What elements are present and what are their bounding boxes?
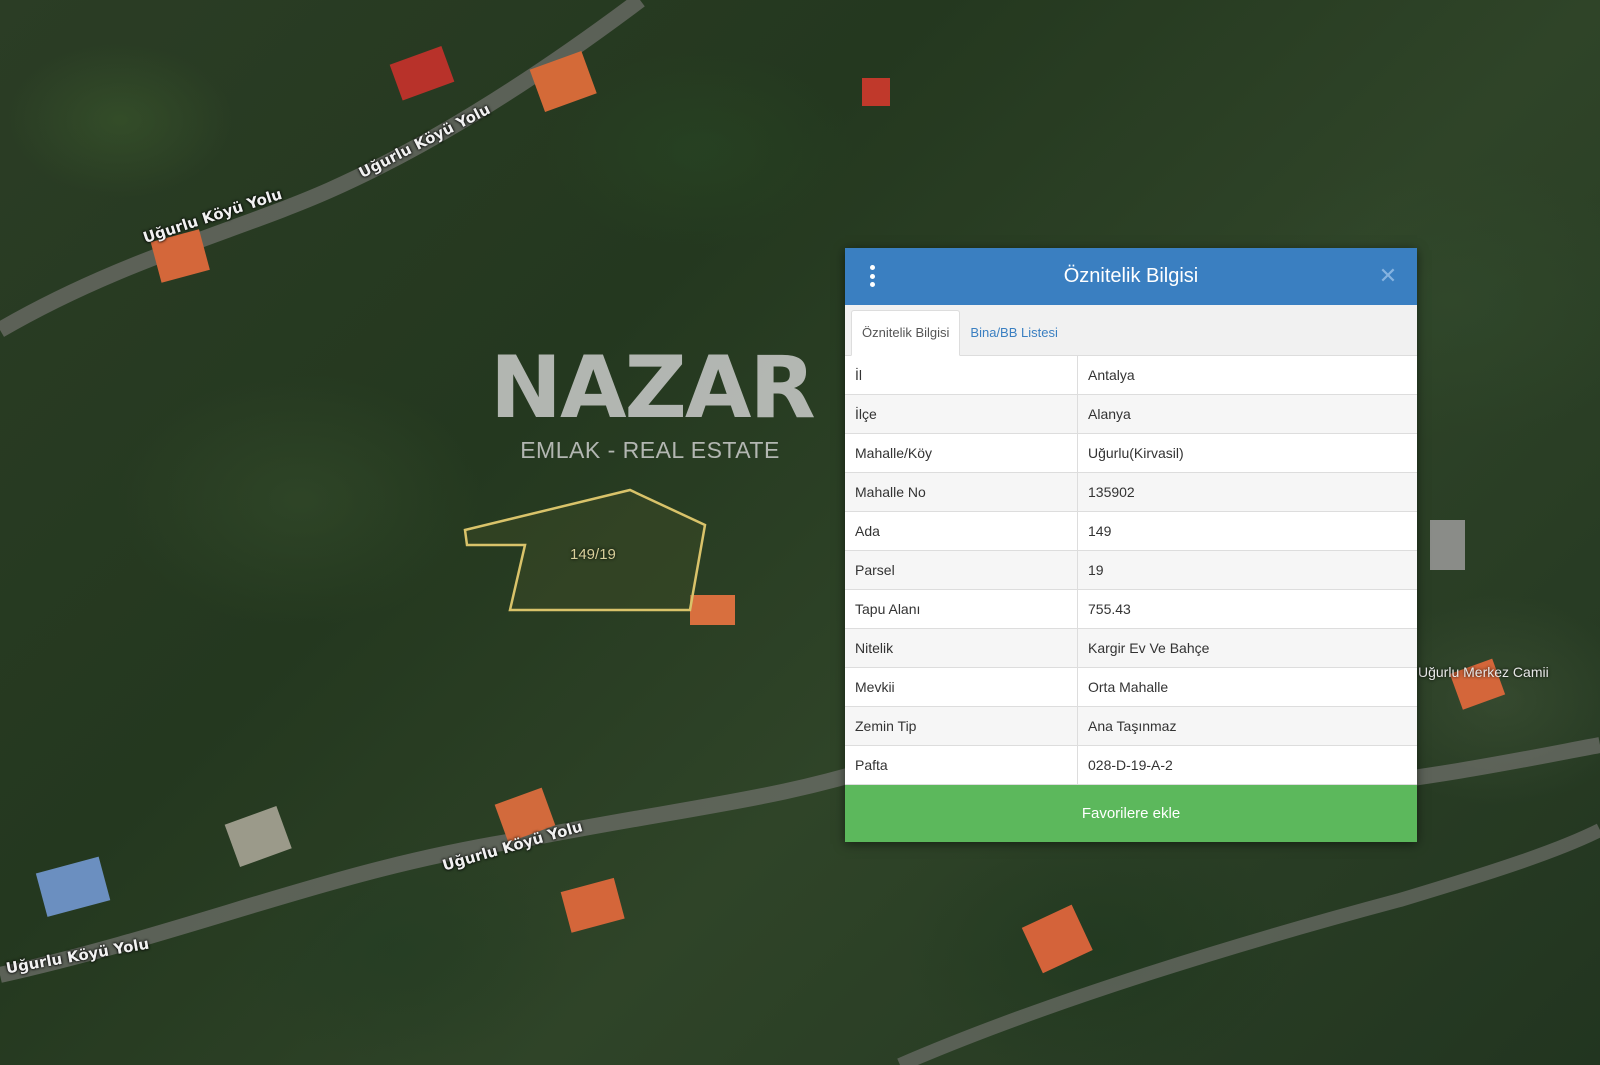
- roof: [389, 45, 455, 101]
- attribute-info-panel: Öznitelik Bilgisi ✕ Öznitelik Bilgisi Bi…: [845, 248, 1417, 842]
- table-row: Pafta 028-D-19-A-2: [845, 745, 1417, 785]
- road-upper: [0, 0, 645, 337]
- row-value: Kargir Ev Ve Bahçe: [1077, 628, 1417, 668]
- roof: [35, 856, 111, 917]
- row-value: 135902: [1077, 472, 1417, 512]
- table-row: Mevkii Orta Mahalle: [845, 667, 1417, 707]
- row-value: Alanya: [1077, 394, 1417, 434]
- row-key: Mevkii: [845, 667, 1078, 707]
- panel-header: Öznitelik Bilgisi ✕: [845, 248, 1417, 305]
- panel-tabs: Öznitelik Bilgisi Bina/BB Listesi: [845, 305, 1417, 356]
- row-value: 755.43: [1077, 589, 1417, 629]
- close-icon[interactable]: ✕: [1375, 262, 1401, 290]
- table-row: İlçe Alanya: [845, 394, 1417, 434]
- watermark-tagline: EMLAK - REAL ESTATE: [520, 437, 780, 463]
- row-value: Ana Taşınmaz: [1077, 706, 1417, 746]
- roof: [1021, 904, 1093, 974]
- row-key: Tapu Alanı: [845, 589, 1078, 629]
- row-key: Pafta: [845, 745, 1078, 785]
- road-bottom-right: [897, 823, 1600, 1065]
- watermark-logo: NAZAR: [490, 338, 816, 438]
- table-row: Parsel 19: [845, 550, 1417, 590]
- row-key: Mahalle No: [845, 472, 1078, 512]
- table-row: Zemin Tip Ana Taşınmaz: [845, 706, 1417, 746]
- table-row: Nitelik Kargir Ev Ve Bahçe: [845, 628, 1417, 668]
- roof: [1430, 520, 1465, 570]
- tab-building-list[interactable]: Bina/BB Listesi: [960, 311, 1067, 355]
- row-key: Parsel: [845, 550, 1078, 590]
- row-key: İlçe: [845, 394, 1078, 434]
- row-key: Zemin Tip: [845, 706, 1078, 746]
- table-row: Mahalle/Köy Uğurlu(Kirvasil): [845, 433, 1417, 473]
- row-value: 19: [1077, 550, 1417, 590]
- watermark: NAZAR EMLAK - REAL ESTATE: [490, 338, 816, 464]
- add-to-favorites-button[interactable]: Favorilere ekle: [845, 785, 1417, 842]
- table-row: Ada 149: [845, 511, 1417, 551]
- row-value: Orta Mahalle: [1077, 667, 1417, 707]
- roof: [690, 595, 735, 625]
- roof: [560, 877, 625, 933]
- roof: [224, 805, 292, 868]
- panel-title: Öznitelik Bilgisi: [1063, 265, 1199, 287]
- row-key: Mahalle/Köy: [845, 433, 1078, 473]
- parcel-label: 149/19: [570, 546, 616, 563]
- table-row: İl Antalya: [845, 356, 1417, 395]
- row-key: İl: [845, 356, 1078, 395]
- vertical-ellipsis-icon[interactable]: [867, 265, 877, 287]
- row-key: Nitelik: [845, 628, 1078, 668]
- row-value: Antalya: [1077, 356, 1417, 395]
- row-value: Uğurlu(Kirvasil): [1077, 433, 1417, 473]
- table-row: Tapu Alanı 755.43: [845, 589, 1417, 629]
- table-row: Mahalle No 135902: [845, 472, 1417, 512]
- poi-label: Uğurlu Merkez Camii: [1418, 664, 1549, 680]
- tab-attribute-info[interactable]: Öznitelik Bilgisi: [851, 310, 961, 356]
- roof: [862, 78, 890, 106]
- row-value: 028-D-19-A-2: [1077, 745, 1417, 785]
- attribute-table: İl Antalya İlçe Alanya Mahalle/Köy Uğurlu(K…: [845, 356, 1417, 785]
- roof: [529, 50, 597, 113]
- row-value: 149: [1077, 511, 1417, 551]
- row-key: Ada: [845, 511, 1078, 551]
